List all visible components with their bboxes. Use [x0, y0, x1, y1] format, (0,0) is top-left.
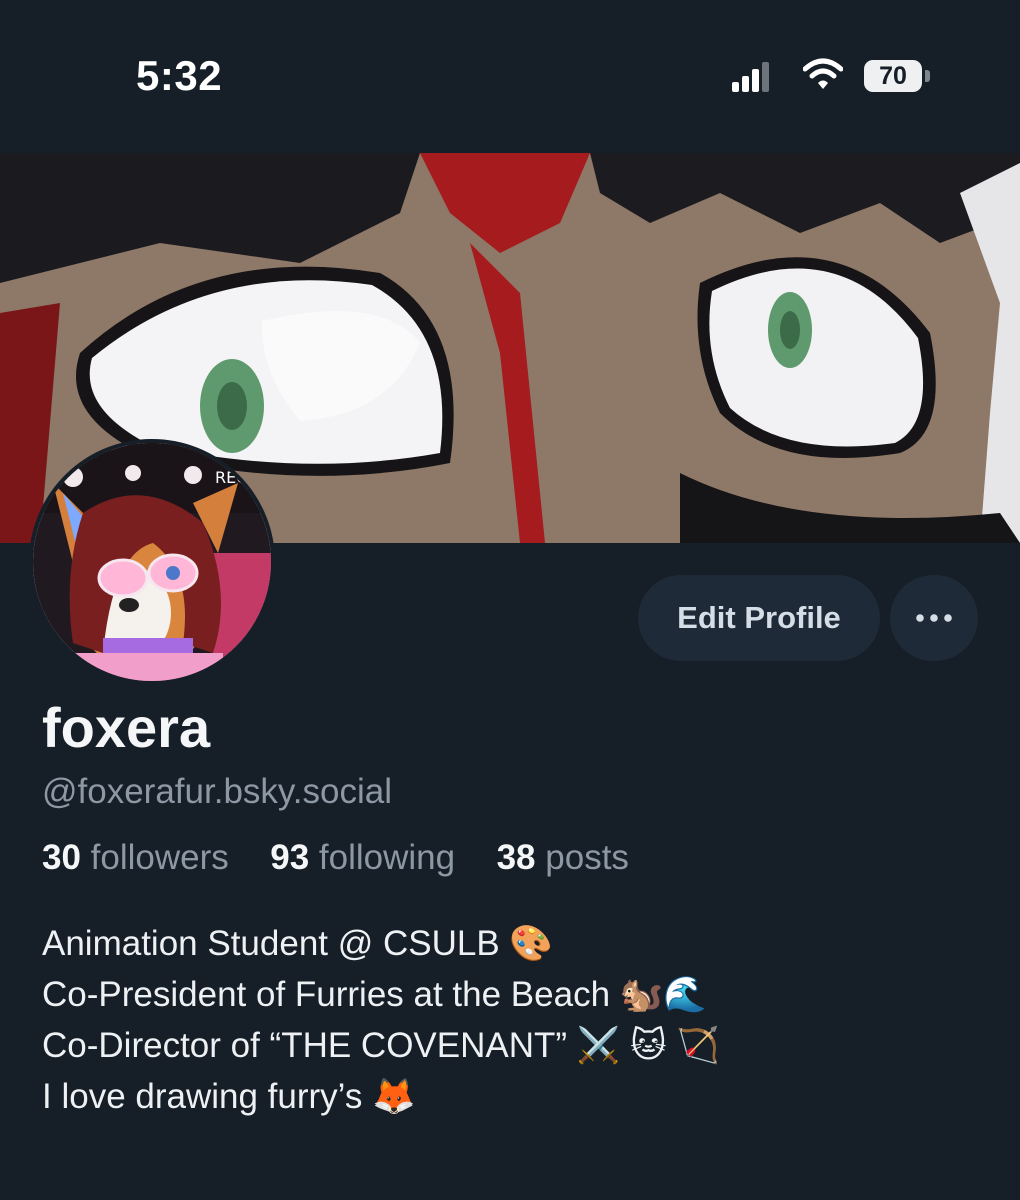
posts-stat: 38 posts	[497, 838, 629, 877]
wifi-icon	[803, 58, 843, 89]
battery-nub	[925, 70, 930, 82]
battery-icon: 70	[864, 60, 922, 92]
followers-label: followers	[90, 838, 229, 877]
more-dots-icon	[916, 614, 952, 622]
following-label: following	[318, 838, 456, 877]
following-stat[interactable]: 93 following	[270, 838, 465, 877]
bio-line: Co-Director of “THE COVENANT” ⚔️ 🐱 🏹	[42, 1026, 720, 1065]
edit-profile-button[interactable]: Edit Profile	[638, 575, 880, 661]
battery-level: 70	[879, 61, 907, 90]
profile-handle: @foxerafur.bsky.social	[42, 772, 393, 811]
followers-stat[interactable]: 30 followers	[42, 838, 239, 877]
profile-bio: Animation Student @ CSULB 🎨 Co-President…	[42, 918, 720, 1122]
avatar-image: REC	[33, 443, 271, 681]
bio-line: I love drawing furry’s 🦊	[42, 1077, 416, 1116]
status-bar: 5:32 70	[0, 0, 1020, 153]
status-time: 5:32	[136, 52, 223, 99]
posts-label: posts	[545, 838, 629, 877]
signal-icon	[732, 62, 769, 92]
more-options-button[interactable]	[890, 575, 978, 661]
posts-count: 38	[496, 838, 536, 877]
bio-line: Animation Student @ CSULB 🎨	[42, 924, 554, 963]
following-count: 93	[270, 838, 310, 877]
followers-count: 30	[42, 838, 81, 877]
avatar[interactable]: REC	[29, 439, 275, 685]
profile-stats: 30 followers 93 following 38 posts	[42, 838, 629, 878]
bio-line: Co-President of Furries at the Beach 🐿️🌊	[42, 975, 707, 1014]
display-name: foxera	[42, 696, 211, 759]
